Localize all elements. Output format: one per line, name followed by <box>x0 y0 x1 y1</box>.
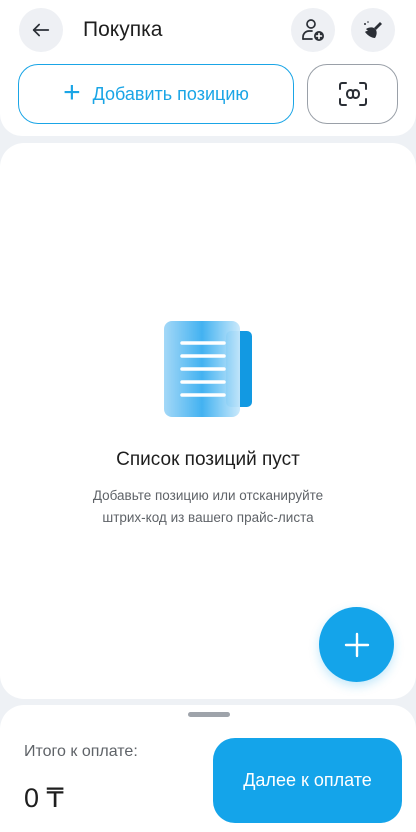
sheet-drag-handle[interactable] <box>188 712 230 717</box>
broom-icon <box>364 21 382 38</box>
plus-icon <box>344 632 369 657</box>
checkout-sheet: Итого к оплате: 0 ₸ Далее к оплате <box>0 705 416 832</box>
proceed-to-payment-button[interactable]: Далее к оплате <box>213 738 402 823</box>
total-amount: 0 ₸ <box>24 783 64 813</box>
arrow-left-icon <box>32 23 50 37</box>
clear-cart-button[interactable] <box>351 8 395 52</box>
plus-icon: + <box>63 75 81 109</box>
empty-list-subtitle: Добавьте позицию или отсканируйте штрих-… <box>40 485 376 529</box>
empty-list-illustration <box>160 319 256 419</box>
empty-list-subtitle-line2: штрих-код из вашего прайс-листа <box>102 510 314 525</box>
total-label: Итого к оплате: <box>24 743 138 760</box>
positions-list: Список позиций пуст Добавьте позицию или… <box>0 143 416 699</box>
back-button[interactable] <box>19 8 63 52</box>
add-customer-button[interactable] <box>291 8 335 52</box>
add-position-button[interactable]: + Добавить позицию <box>18 64 294 124</box>
scan-barcode-button[interactable] <box>307 64 398 124</box>
add-fab-button[interactable] <box>319 607 394 682</box>
header: Покупка <box>0 8 416 52</box>
proceed-to-payment-label: Далее к оплате <box>243 770 372 790</box>
add-position-label: Добавить позицию <box>92 83 249 104</box>
empty-list-title: Список позиций пуст <box>116 449 300 470</box>
top-panel: Покупка + Добавить позицию <box>0 0 416 136</box>
empty-list-subtitle-line1: Добавьте позицию или отсканируйте <box>92 488 324 503</box>
person-add-icon <box>302 19 324 41</box>
page-title: Покупка <box>83 18 163 41</box>
barcode-scan-icon <box>338 82 367 106</box>
